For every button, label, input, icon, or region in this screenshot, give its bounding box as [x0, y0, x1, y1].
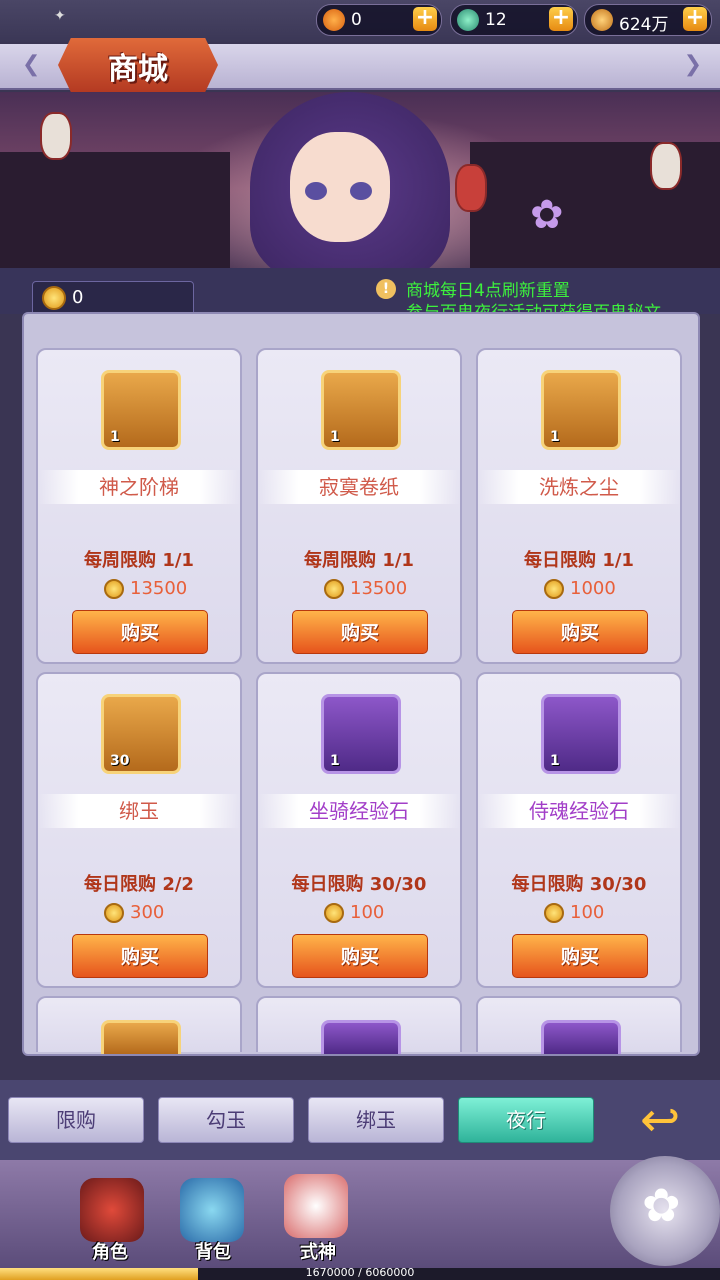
butterfly-icon: ✦ [54, 8, 66, 24]
tab-limited[interactable]: 限购 [8, 1097, 144, 1143]
demon-coin-icon [324, 903, 344, 923]
purchase-limit: 每周限购 1/1 [84, 550, 194, 571]
add-gold-button[interactable]: + [683, 7, 707, 31]
buy-button[interactable]: 购买 [512, 610, 648, 654]
item-card: 30 绑玉每日限购 2/2 300 购买 [36, 672, 242, 988]
crown-gem-icon [101, 1020, 181, 1054]
orange-flame-icon [323, 9, 345, 31]
ornament-right-icon: ❯ [683, 52, 702, 77]
xp-text: 1670000 / 6060000 [305, 1266, 415, 1279]
lantern-icon [650, 142, 682, 190]
currency-gold: 624万 + [584, 4, 712, 36]
back-arrow-icon[interactable]: ↩ [640, 1096, 680, 1144]
currency-hook-jade: 12 + [450, 4, 578, 36]
gold-coin-icon [591, 9, 613, 31]
buy-button[interactable]: 购买 [72, 610, 208, 654]
tab-bound-jade[interactable]: 绑玉 [308, 1097, 444, 1143]
buy-button[interactable]: 购买 [292, 934, 428, 978]
ornament-left-icon: ❮ [22, 52, 41, 77]
demon-coin-icon [42, 286, 66, 310]
ring-icon[interactable]: 1 [101, 370, 181, 450]
purple-stone-icon [321, 1020, 401, 1054]
item-card-partial[interactable] [256, 996, 462, 1054]
item-quantity: 1 [330, 429, 340, 445]
purchase-limit: 每日限购 2/2 [84, 874, 194, 895]
lantern-icon [40, 112, 72, 160]
demon-coin-icon [324, 579, 344, 599]
tab-hook-jade[interactable]: 勾玉 [158, 1097, 294, 1143]
purchase-limit: 每日限购 30/30 [291, 874, 427, 895]
item-name: 绑玉 [38, 794, 240, 828]
item-price: 13500 [130, 578, 188, 599]
item-price: 300 [130, 902, 165, 923]
item-quantity: 1 [110, 429, 120, 445]
item-card: 1 侍魂经验石每日限购 30/30 100 购买 [476, 672, 682, 988]
add-soul-jade-button[interactable]: + [413, 7, 437, 31]
currency-soul-jade: 0 + [316, 4, 442, 36]
currency-value: 0 [351, 10, 362, 30]
mount-stone-icon[interactable]: 1 [321, 694, 401, 774]
item-price: 13500 [350, 578, 408, 599]
scroll-icon[interactable]: 1 [321, 370, 401, 450]
buy-button[interactable]: 购买 [512, 934, 648, 978]
item-name: 寂寞卷纸 [258, 470, 460, 504]
sakura-icon: ✿ [642, 1178, 681, 1232]
nav-shikigami-label[interactable]: 式神 [300, 1238, 336, 1264]
item-name: 洗炼之尘 [478, 470, 680, 504]
item-price: 100 [350, 902, 385, 923]
crystal-dust-icon[interactable]: 1 [541, 370, 621, 450]
demon-coin-icon [544, 903, 564, 923]
sakura-icon: ✿ [530, 192, 564, 238]
buy-button[interactable]: 购买 [292, 610, 428, 654]
building-left [0, 152, 230, 268]
item-card: 1 神之阶梯每周限购 1/1 13500 购买 [36, 348, 242, 664]
item-card-partial[interactable] [476, 996, 682, 1054]
item-card: 1 洗炼之尘每日限购 1/1 1000 购买 [476, 348, 682, 664]
demon-coin-icon [104, 903, 124, 923]
nav-character-label[interactable]: 角色 [92, 1238, 128, 1264]
bound-jade-icon[interactable]: 30 [101, 694, 181, 774]
item-price: 100 [570, 902, 605, 923]
purchase-limit: 每日限购 30/30 [511, 874, 647, 895]
item-name: 坐骑经验石 [258, 794, 460, 828]
tab-night-parade[interactable]: 夜行 [458, 1097, 594, 1143]
character-icon[interactable] [80, 1178, 144, 1242]
page-title: 商城 [108, 52, 168, 87]
green-jade-icon [457, 9, 479, 31]
add-hook-jade-button[interactable]: + [549, 7, 573, 31]
building-right [470, 142, 720, 268]
item-quantity: 1 [550, 429, 560, 445]
backpack-icon[interactable] [180, 1178, 244, 1242]
item-card: 1 寂寞卷纸每周限购 1/1 13500 购买 [256, 348, 462, 664]
demon-coin-icon [104, 579, 124, 599]
coupon-value: 0 [72, 287, 84, 308]
shikigami-icon[interactable] [284, 1174, 348, 1238]
currency-value: 12 [485, 10, 507, 30]
item-name: 神之阶梯 [38, 470, 240, 504]
demon-coin-icon [544, 579, 564, 599]
lantern-icon [455, 164, 487, 212]
currency-value: 624万 [619, 15, 669, 35]
purple-ore-icon [541, 1020, 621, 1054]
item-quantity: 30 [110, 753, 130, 769]
purchase-limit: 每日限购 1/1 [524, 550, 634, 571]
item-quantity: 1 [550, 753, 560, 769]
shop-banner: ✿ [0, 92, 720, 268]
item-card: 1 坐骑经验石每日限购 30/30 100 购买 [256, 672, 462, 988]
item-card-partial[interactable] [36, 996, 242, 1054]
item-quantity: 1 [330, 753, 340, 769]
item-name: 侍魂经验石 [478, 794, 680, 828]
item-price: 1000 [570, 578, 616, 599]
purchase-limit: 每周限购 1/1 [304, 550, 414, 571]
info-icon: ! [376, 279, 396, 299]
buy-button[interactable]: 购买 [72, 934, 208, 978]
soul-stone-icon[interactable]: 1 [541, 694, 621, 774]
nav-backpack-label[interactable]: 背包 [195, 1238, 231, 1264]
